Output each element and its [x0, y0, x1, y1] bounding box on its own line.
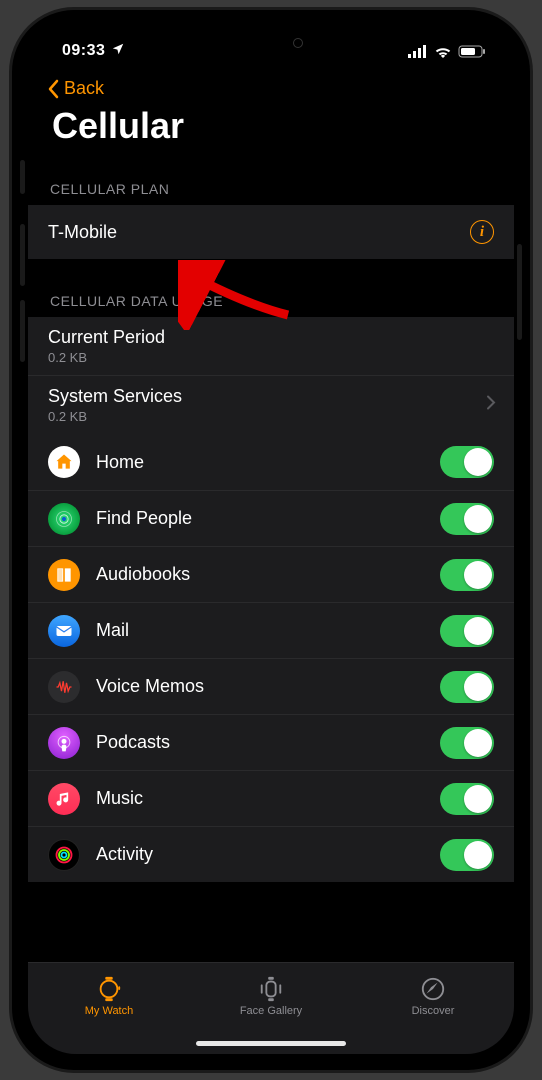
back-label: Back — [64, 78, 104, 99]
back-button[interactable]: Back — [46, 78, 104, 99]
section-header-plan: CELLULAR PLAN — [28, 151, 514, 205]
music-icon — [48, 783, 80, 815]
home-icon — [48, 446, 80, 478]
home-indicator[interactable] — [196, 1041, 346, 1046]
face-gallery-icon — [257, 976, 285, 1002]
app-label: Find People — [96, 508, 192, 529]
info-icon[interactable]: i — [470, 220, 494, 244]
tab-discover[interactable]: Discover — [352, 963, 514, 1030]
app-row-audio[interactable]: Audiobooks — [28, 546, 514, 602]
app-list: Home Find People Audiobooks Mail Voice Memos… — [28, 434, 514, 882]
app-label: Music — [96, 788, 143, 809]
current-period-label: Current Period — [48, 327, 165, 348]
plan-row[interactable]: T-Mobile i — [28, 205, 514, 259]
app-label: Mail — [96, 620, 129, 641]
cell-signal-icon — [408, 45, 428, 58]
notch — [171, 26, 371, 56]
app-label: Podcasts — [96, 732, 170, 753]
tab-my-watch-label: My Watch — [85, 1005, 134, 1017]
content: CELLULAR PLAN T-Mobile i CELLULAR DATA U… — [28, 151, 514, 962]
app-label: Activity — [96, 844, 153, 865]
app-label: Home — [96, 452, 144, 473]
vol-down — [20, 300, 25, 362]
toggle-music[interactable] — [440, 783, 494, 815]
vol-up — [20, 224, 25, 286]
plan-name: T-Mobile — [48, 222, 117, 243]
current-period-row[interactable]: Current Period 0.2 KB — [28, 317, 514, 375]
current-period-value: 0.2 KB — [48, 350, 87, 365]
toggle-act[interactable] — [440, 839, 494, 871]
pod-icon — [48, 727, 80, 759]
toggle-mail[interactable] — [440, 615, 494, 647]
system-services-label: System Services — [48, 386, 182, 407]
toggle-audio[interactable] — [440, 559, 494, 591]
location-icon — [111, 42, 125, 61]
compass-icon — [419, 976, 447, 1002]
toggle-home[interactable] — [440, 446, 494, 478]
app-row-voice[interactable]: Voice Memos — [28, 658, 514, 714]
page-title: Cellular — [52, 105, 496, 147]
screen: 09:33 Back — [28, 26, 514, 1054]
toggle-voice[interactable] — [440, 671, 494, 703]
toggle-find[interactable] — [440, 503, 494, 535]
chevron-left-icon — [46, 79, 60, 99]
audio-icon — [48, 559, 80, 591]
mute-switch — [20, 160, 25, 194]
tab-face-gallery-label: Face Gallery — [240, 1005, 302, 1017]
act-icon — [48, 839, 80, 871]
section-header-usage: CELLULAR DATA USAGE — [28, 259, 514, 317]
wifi-icon — [434, 45, 452, 58]
watch-icon — [95, 976, 123, 1002]
system-services-row[interactable]: System Services 0.2 KB — [28, 375, 514, 434]
nav-header: Back Cellular — [28, 76, 514, 151]
app-row-music[interactable]: Music — [28, 770, 514, 826]
toggle-pod[interactable] — [440, 727, 494, 759]
app-label: Voice Memos — [96, 676, 204, 697]
phone-frame: 09:33 Back — [12, 10, 530, 1070]
tab-face-gallery[interactable]: Face Gallery — [190, 963, 352, 1030]
tab-my-watch[interactable]: My Watch — [28, 963, 190, 1030]
app-row-act[interactable]: Activity — [28, 826, 514, 882]
app-row-find[interactable]: Find People — [28, 490, 514, 546]
tab-discover-label: Discover — [412, 1005, 455, 1017]
voice-icon — [48, 671, 80, 703]
power-button — [517, 244, 522, 340]
mail-icon — [48, 615, 80, 647]
app-row-mail[interactable]: Mail — [28, 602, 514, 658]
battery-icon — [458, 45, 486, 58]
chevron-right-icon — [486, 395, 496, 416]
app-row-pod[interactable]: Podcasts — [28, 714, 514, 770]
find-icon — [48, 503, 80, 535]
status-time: 09:33 — [62, 42, 105, 60]
app-row-home[interactable]: Home — [28, 434, 514, 490]
system-services-value: 0.2 KB — [48, 409, 87, 424]
app-label: Audiobooks — [96, 564, 190, 585]
